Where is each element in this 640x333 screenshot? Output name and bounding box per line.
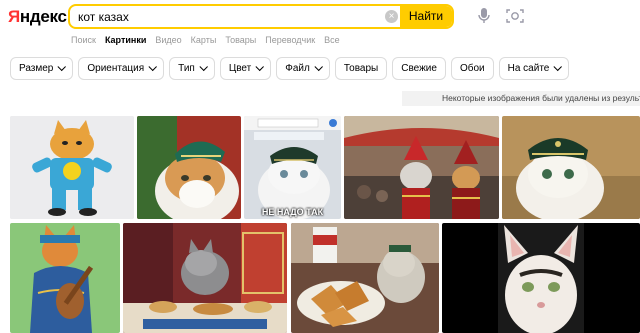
logo-rest: ндекс [19,7,67,26]
filter-products[interactable]: Товары [334,57,388,80]
filter-on-site[interactable]: На сайте [498,57,570,80]
image-result-kazakh-tracksuit-cat[interactable] [10,116,134,219]
image-result-cat-with-samsa[interactable] [291,223,439,333]
filter-orientation[interactable]: Ориентация [78,57,165,80]
search-button[interactable]: Найти [400,6,452,27]
image-result-meme-cat-ne-nado-tak[interactable]: НЕ НАДО ТАК [244,116,341,219]
filter-label: Свежие [401,63,437,74]
filter-label: Ориентация [87,63,145,74]
image-result-cat-in-tubeteika[interactable] [137,116,241,219]
filter-size[interactable]: Размер [10,57,74,80]
image-thumbnail [10,116,134,219]
filter-label: Обои [459,63,485,74]
filter-label: На сайте [507,63,550,74]
chevron-down-icon [255,62,265,71]
image-thumbnail [502,116,640,219]
clear-icon[interactable]: × [385,10,398,23]
chevron-down-icon [553,62,563,71]
filter-color[interactable]: Цвет [219,57,272,80]
filter-label: Файл [285,63,310,74]
tab-all[interactable]: Все [324,34,340,48]
image-result-cat-playing-dombra[interactable] [10,223,120,333]
filter-label: Цвет [228,63,252,74]
tab-translator[interactable]: Переводчик [265,34,315,48]
header: Яндекс × Найти Поиск Картинки Видео Карт… [0,0,640,52]
filter-label: Товары [343,63,379,74]
image-result-cat-with-unibrow[interactable] [442,223,640,333]
search-tabs: Поиск Картинки Видео Карты Товары Перево… [71,34,349,48]
filter-file[interactable]: Файл [276,57,330,80]
chevron-down-icon [199,62,208,71]
tab-images[interactable]: Картинки [105,34,146,48]
search-box: × Найти [68,4,454,29]
filter-label: Тип [178,63,195,74]
microphone-icon[interactable] [478,8,490,24]
chevron-down-icon [57,62,67,71]
image-thumbnail [123,223,287,333]
tab-products[interactable]: Товары [225,34,256,48]
image-thumbnail [344,116,499,219]
filter-bar: Размер Ориентация Тип Цвет Файл Товары С… [10,57,574,81]
tab-search[interactable]: Поиск [71,34,96,48]
chevron-down-icon [314,62,323,71]
image-thumbnail [244,116,341,219]
filter-fresh[interactable]: Свежие [392,57,446,80]
chevron-down-icon [148,62,158,71]
image-result-cats-in-national-costume[interactable] [344,116,499,219]
image-thumbnail [442,223,640,333]
filter-wallpapers[interactable]: Обои [450,57,494,80]
image-result-grey-cat-at-feast[interactable] [123,223,287,333]
yandex-logo[interactable]: Яндекс [8,8,67,26]
camera-search-icon[interactable] [506,8,524,24]
search-input[interactable] [78,6,378,27]
logo-first-letter: Я [8,7,20,26]
tab-maps[interactable]: Карты [191,34,217,48]
meme-caption: НЕ НАДО ТАК [261,207,324,217]
image-thumbnail [10,223,120,333]
filter-type[interactable]: Тип [169,57,215,80]
filter-label: Размер [19,63,54,74]
image-thumbnail [291,223,439,333]
tab-video[interactable]: Видео [155,34,181,48]
image-result-cat-in-tubeteika-2[interactable] [502,116,640,219]
removed-images-notice: Некоторые изображения были удалены из ре… [402,91,640,106]
image-thumbnail [137,116,241,219]
